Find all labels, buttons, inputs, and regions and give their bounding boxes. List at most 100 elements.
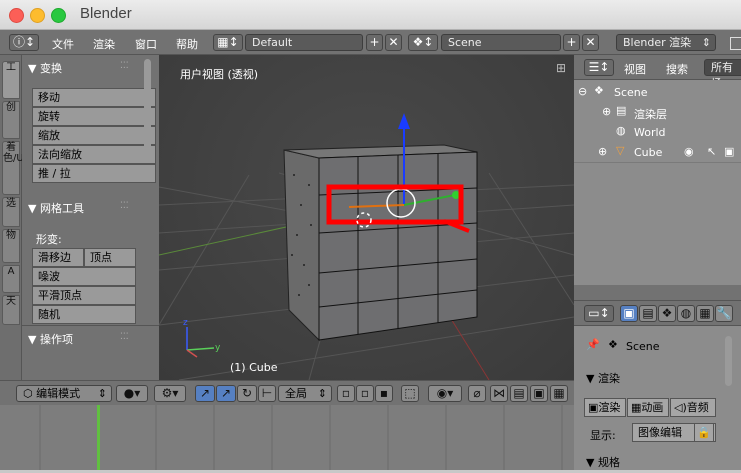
audio-button[interactable]: ◁)音频 bbox=[670, 398, 716, 417]
remove-screen-icon[interactable]: ✕ bbox=[385, 34, 402, 51]
object-tab-icon[interactable]: ▦ bbox=[696, 305, 714, 322]
divider bbox=[22, 325, 159, 326]
modifier-tab-icon[interactable]: 🔧 bbox=[715, 305, 733, 322]
scale-button[interactable]: 缩放 bbox=[32, 126, 156, 145]
object-label: (1) Cube bbox=[230, 361, 278, 374]
audio-speaker-icon: ◁) bbox=[674, 401, 687, 414]
add-screen-icon[interactable]: + bbox=[366, 34, 383, 51]
rotate-button[interactable]: 旋转 bbox=[32, 107, 156, 126]
zoom-window-button[interactable] bbox=[51, 8, 66, 23]
tab-relations[interactable]: 天 bbox=[2, 295, 20, 325]
screen-layout-field[interactable]: Default bbox=[245, 34, 363, 51]
smooth-vertex-button[interactable]: 平滑顶点 bbox=[32, 286, 136, 305]
manipulator-toggle-icon[interactable]: ↗ bbox=[195, 385, 215, 402]
render-tab-camera-icon[interactable]: ▣ bbox=[620, 305, 638, 322]
tree-label: World bbox=[634, 126, 666, 139]
tab-physics[interactable]: 物 bbox=[2, 229, 20, 263]
occlude-geometry-icon[interactable]: ⬚ bbox=[401, 385, 419, 402]
dimensions-panel-header[interactable]: ▼ 规格 bbox=[586, 454, 620, 470]
outliner-search-menu[interactable]: 搜索 bbox=[666, 61, 688, 77]
tab-create[interactable]: 创 bbox=[2, 101, 20, 139]
face-select-icon[interactable]: ▪ bbox=[375, 385, 393, 402]
panel-grip-icon[interactable]: ⁚⁚⁚ bbox=[120, 332, 129, 342]
render-layers-tab-icon[interactable]: ▤ bbox=[639, 305, 657, 322]
edge-slide-button[interactable]: 滑移边 bbox=[32, 248, 84, 267]
operator-panel-header[interactable]: ▼ 操作项 bbox=[28, 331, 73, 347]
panel-grip-icon[interactable]: ⁚⁚⁚ bbox=[120, 61, 129, 71]
pin-icon[interactable]: 📌 bbox=[586, 338, 600, 351]
link-icon[interactable]: ⌀ bbox=[468, 385, 486, 402]
minimize-window-button[interactable] bbox=[30, 8, 45, 23]
normal-scale-button[interactable]: 法向缩放 bbox=[32, 145, 156, 164]
tab-tools[interactable]: 工 bbox=[2, 61, 20, 99]
randomize-button[interactable]: 随机 bbox=[32, 305, 136, 324]
vertex-slide-button[interactable]: 顶点 bbox=[84, 248, 136, 267]
deform-label: 形变: bbox=[36, 233, 62, 246]
render-engine-select[interactable]: Blender 渲染 ⇕ bbox=[616, 34, 716, 51]
panel-grip-icon[interactable]: ⁚⁚⁚ bbox=[120, 201, 129, 211]
collapse-icon[interactable]: ⊖ bbox=[578, 85, 587, 98]
outliner-row-renderlayers[interactable]: ⊕ ▤ 渲染层 bbox=[574, 102, 741, 122]
render-button[interactable]: ▣渲染 bbox=[584, 398, 626, 417]
rotate-manipulator-icon[interactable]: ↻ bbox=[237, 385, 257, 402]
info-header: ⓘ↕ 文件 渲染 窗口 帮助 ▦↕ Default + ✕ ❖↕ Scene +… bbox=[0, 30, 741, 55]
tab-grease[interactable]: A bbox=[2, 265, 20, 293]
snap-toggle-icon[interactable]: ⋈ bbox=[490, 385, 508, 402]
transform-panel-header[interactable]: ▼ 变换 bbox=[28, 60, 62, 76]
vertex-select-icon[interactable]: ▫ bbox=[337, 385, 355, 402]
visibility-eye-icon[interactable]: ◉ bbox=[684, 145, 694, 158]
orientation-select[interactable]: 全局 ⇕ bbox=[278, 385, 332, 402]
scene-tab-icon[interactable]: ❖ bbox=[658, 305, 676, 322]
render-panel-header[interactable]: ▼ 渲染 bbox=[586, 370, 620, 386]
outliner-editor-icon[interactable]: ☰↕ bbox=[584, 59, 614, 76]
snap-target-icon[interactable]: ▤ bbox=[510, 385, 528, 402]
pivot-point-button[interactable]: ⚙▾ bbox=[154, 385, 186, 402]
lock-interface-icon[interactable]: 🔒 bbox=[694, 423, 714, 442]
remove-scene-icon[interactable]: ✕ bbox=[582, 34, 599, 51]
viewport-shading-button[interactable]: ●▾ bbox=[116, 385, 148, 402]
world-tab-icon[interactable]: ◍ bbox=[677, 305, 695, 322]
outliner-row-cube[interactable]: ⊕ ▽ Cube ◉ ↖ ▣ bbox=[574, 142, 741, 162]
expand-icon[interactable]: ⊕ bbox=[602, 105, 611, 118]
tab-shading-uv[interactable]: 着色/UV bbox=[2, 141, 31, 195]
opengl-render-icon[interactable]: ▣ bbox=[530, 385, 548, 402]
menu-render[interactable]: 渲染 bbox=[93, 36, 115, 52]
add-scene-icon[interactable]: + bbox=[563, 34, 580, 51]
outliner-row-world[interactable]: ◍ World bbox=[574, 122, 741, 142]
proportional-edit-button[interactable]: ◉▾ bbox=[428, 385, 462, 402]
outliner-display-filter[interactable]: 所有场 bbox=[704, 59, 741, 90]
noise-button[interactable]: 噪波 bbox=[32, 267, 136, 286]
display-label: 显示: bbox=[590, 429, 616, 442]
corner-expand-icon[interactable]: ⊞ bbox=[556, 61, 566, 75]
menu-file[interactable]: 文件 bbox=[52, 36, 74, 52]
3d-viewport[interactable]: z y 用户视图 (透视) (1) Cube ⊞ bbox=[159, 55, 574, 380]
move-button[interactable]: 移动 bbox=[32, 88, 156, 107]
close-window-button[interactable] bbox=[9, 8, 24, 23]
mode-select[interactable]: ⬡ 编辑模式 ⇕ bbox=[16, 385, 112, 402]
outliner-view-menu[interactable]: 视图 bbox=[624, 61, 646, 77]
timeline[interactable] bbox=[0, 405, 574, 470]
viewport-canvas[interactable]: z y bbox=[159, 55, 574, 380]
translate-manipulator-icon[interactable]: ↗ bbox=[216, 385, 236, 402]
expand-icon[interactable]: ⊕ bbox=[598, 145, 607, 158]
animation-render-icon[interactable]: ▦ bbox=[550, 385, 568, 402]
shelf-scrollbar[interactable] bbox=[144, 59, 151, 159]
screen-layout-icon[interactable]: ▦↕ bbox=[213, 34, 243, 51]
menu-help[interactable]: 帮助 bbox=[176, 36, 198, 52]
mesh-tools-panel-header[interactable]: ▼ 网格工具 bbox=[28, 200, 84, 216]
outliner-row-scene[interactable]: ⊖ ❖ Scene bbox=[574, 82, 741, 102]
outliner: ⊖ ❖ Scene ⊕ ▤ 渲染层 ◍ World ⊕ ▽ Cube ◉ ↖ ▣ bbox=[574, 80, 741, 285]
properties-scrollbar[interactable] bbox=[725, 336, 732, 386]
push-pull-button[interactable]: 推 / 拉 bbox=[32, 164, 156, 183]
menu-window[interactable]: 窗口 bbox=[135, 36, 157, 52]
scale-manipulator-icon[interactable]: ⊢ bbox=[258, 385, 276, 402]
render-camera-icon[interactable]: ▣ bbox=[724, 145, 734, 158]
editor-type-info-icon[interactable]: ⓘ↕ bbox=[9, 34, 39, 51]
scene-field[interactable]: Scene bbox=[441, 34, 561, 51]
scene-icon[interactable]: ❖↕ bbox=[408, 34, 438, 51]
tab-select[interactable]: 选 bbox=[2, 197, 20, 227]
edge-select-icon[interactable]: ▫ bbox=[356, 385, 374, 402]
selectable-cursor-icon[interactable]: ↖ bbox=[707, 145, 716, 158]
properties-editor-icon[interactable]: ▭↕ bbox=[584, 305, 614, 322]
animation-button[interactable]: ▦动画 bbox=[627, 398, 669, 417]
